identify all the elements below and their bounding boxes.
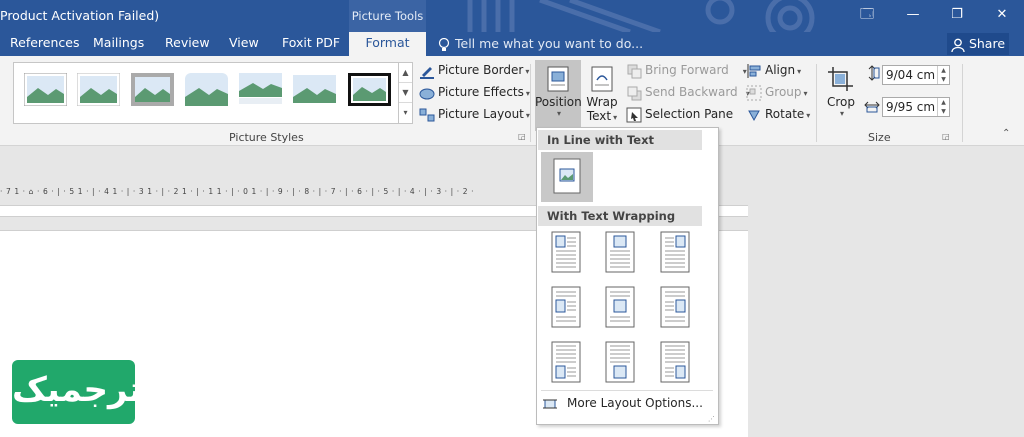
style-thumb-2[interactable] (77, 73, 120, 106)
position-inline-icon (553, 158, 581, 194)
restore-button[interactable]: ❐ (942, 5, 972, 25)
position-middle-right[interactable] (655, 283, 691, 329)
window-title: Product Activation Failed) (0, 8, 160, 23)
bottom-right-icon (660, 341, 690, 383)
tab-foxit-pdf[interactable]: Foxit PDF (282, 32, 340, 56)
gallery-up-icon[interactable]: ▲ (399, 63, 412, 83)
minimize-button[interactable]: — (898, 5, 928, 25)
group-button[interactable]: Group ▾ (746, 82, 808, 102)
crop-icon (828, 67, 853, 91)
bottom-left-icon (551, 341, 581, 383)
resize-grip-icon[interactable]: ⋰ (708, 415, 715, 423)
wrap-header: With Text Wrapping (538, 206, 702, 226)
inline-header: In Line with Text (538, 130, 702, 150)
style-thumb-1[interactable] (24, 73, 67, 106)
top-center-icon (605, 231, 635, 273)
tab-view[interactable]: View (229, 32, 259, 56)
collapse-ribbon-icon[interactable]: ⌃ (1002, 128, 1010, 139)
align-icon (747, 63, 761, 78)
middle-right-icon (660, 286, 690, 328)
align-button[interactable]: Align ▾ (746, 60, 801, 80)
bring-forward-icon (627, 64, 642, 78)
ribbon-display-icon[interactable]: 🗔 (852, 5, 882, 25)
position-top-left[interactable] (546, 228, 582, 274)
bottom-center-icon (605, 341, 635, 383)
picture-border-button[interactable]: Picture Border ▾ (419, 60, 529, 80)
picture-layout-button[interactable]: Picture Layout ▾ (419, 104, 530, 124)
style-thumb-6[interactable] (293, 73, 336, 106)
wrap-text-icon (591, 66, 613, 92)
menu-divider (541, 390, 713, 391)
group-icon (746, 85, 762, 100)
width-spinner[interactable]: ▲ ▼ (937, 98, 949, 116)
tab-references[interactable]: References (10, 32, 79, 56)
group-separator (962, 64, 963, 142)
tab-review[interactable]: Review (165, 32, 210, 56)
picture-styles-label: Picture Styles (229, 131, 304, 144)
size-launcher-icon[interactable]: ◲ (942, 132, 950, 141)
position-menu: In Line with Text With Text Wrapping Mor… (536, 127, 719, 425)
title-decoration (467, 0, 815, 32)
share-button[interactable]: Share (947, 33, 1009, 55)
rotate-icon (748, 110, 760, 121)
position-bottom-left[interactable] (546, 338, 582, 384)
person-icon (951, 38, 965, 52)
size-label: Size (868, 131, 891, 144)
send-backward-icon (627, 86, 642, 100)
height-icon (868, 65, 880, 81)
group-separator (816, 64, 817, 142)
style-thumb-4[interactable] (185, 73, 228, 106)
tab-format[interactable]: Format (349, 32, 426, 56)
ribbon: ▲ ▼ ▾ Picture Styles ◲ Picture Border ▾ P… (0, 56, 1024, 146)
selection-pane-icon (626, 107, 642, 122)
group-separator (530, 64, 531, 142)
top-left-icon (551, 231, 581, 273)
tab-mailings[interactable]: Mailings (93, 32, 144, 56)
style-thumb-3[interactable] (131, 73, 174, 106)
selection-pane-button[interactable]: Selection Pane (626, 104, 733, 124)
gallery-down-icon[interactable]: ▼ (399, 83, 412, 103)
position-bottom-center[interactable] (600, 338, 636, 384)
tell-me-search[interactable]: Tell me what you want to do... (455, 36, 643, 51)
position-top-right[interactable] (655, 228, 691, 274)
more-layout-options[interactable]: More Layout Options... (543, 396, 703, 410)
picture-tools-label: Picture Tools (349, 0, 426, 32)
lightbulb-icon (438, 38, 450, 51)
rotate-button[interactable]: Rotate ▾ (746, 104, 810, 124)
dialog-launcher-icon[interactable]: ◲ (518, 132, 526, 141)
bring-forward-button[interactable]: Bring Forward ▾ (626, 60, 747, 80)
style-thumb-7[interactable] (348, 73, 391, 106)
height-field[interactable]: 9/04 cm ▲ ▼ (882, 65, 950, 85)
title-bar: Product Activation Failed) Picture Tools… (0, 0, 1024, 32)
position-top-center[interactable] (600, 228, 636, 274)
position-bottom-right[interactable] (655, 338, 691, 384)
gallery-scroll[interactable]: ▲ ▼ ▾ (398, 62, 413, 124)
gallery-more-icon[interactable]: ▾ (399, 103, 412, 123)
close-button[interactable]: ✕ (987, 5, 1017, 25)
position-middle-center[interactable] (600, 283, 636, 329)
position-inline[interactable] (541, 152, 593, 202)
width-icon (864, 101, 880, 113)
layout-icon (419, 108, 435, 121)
ribbon-tabs: References Mailings Review View Foxit PD… (0, 32, 1024, 56)
position-icon (547, 66, 569, 92)
width-field[interactable]: 9/95 cm ▲ ▼ (882, 97, 950, 117)
middle-left-icon (551, 286, 581, 328)
style-thumb-5[interactable] (239, 73, 282, 106)
share-label: Share (968, 36, 1006, 51)
border-pencil-icon (420, 66, 434, 79)
top-right-icon (660, 231, 690, 273)
picture-effects-button[interactable]: Picture Effects ▾ (419, 82, 530, 102)
crop-button[interactable]: Crop ▾ (823, 60, 859, 130)
send-backward-button[interactable]: Send Backward ▾ (626, 82, 750, 102)
position-middle-left[interactable] (546, 283, 582, 329)
wrap-text-button[interactable]: Wrap Text ▾ (584, 60, 620, 131)
middle-center-icon (605, 286, 635, 328)
effects-icon (419, 88, 435, 99)
watermark-logo: ترجمیک (12, 360, 142, 424)
picture-styles-gallery[interactable] (13, 62, 413, 124)
position-button[interactable]: Position ▾ (535, 60, 582, 131)
height-spinner[interactable]: ▲ ▼ (937, 66, 949, 84)
layout-options-icon (543, 399, 557, 408)
